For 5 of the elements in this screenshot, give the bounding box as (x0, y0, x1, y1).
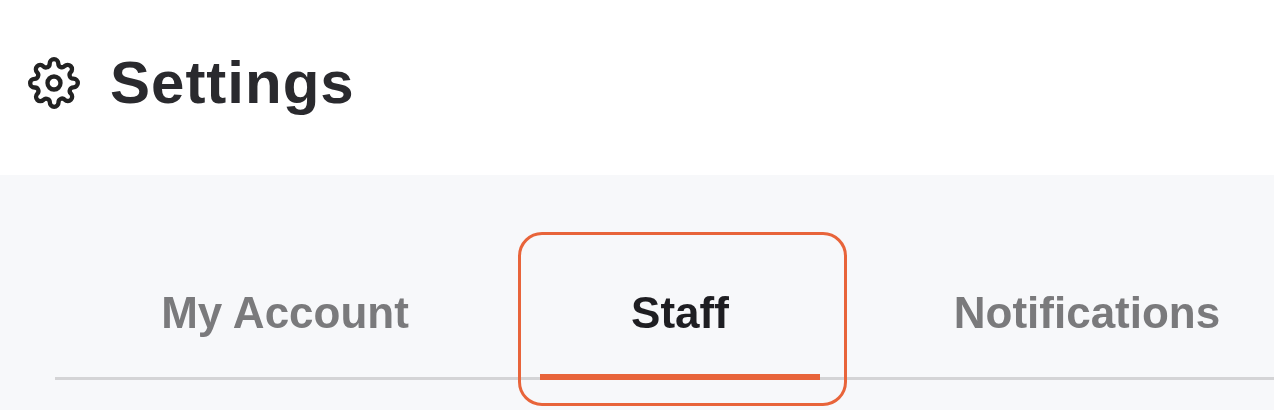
tab[interactable]: Notifications (920, 252, 1254, 380)
tab[interactable]: Staff (540, 252, 820, 380)
page-title: Settings (110, 52, 355, 113)
settings-icon (28, 56, 80, 109)
tab[interactable]: My Account (100, 252, 470, 380)
